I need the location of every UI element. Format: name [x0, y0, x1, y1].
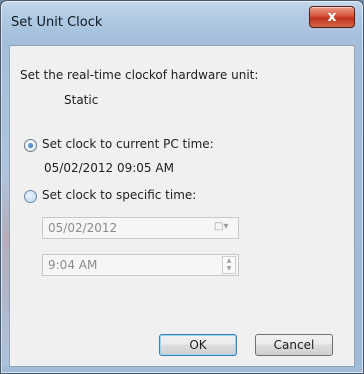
- spin-up-icon[interactable]: ▲: [223, 257, 235, 265]
- dialog-window: Set Unit Clock x Set the real-time clock…: [0, 0, 364, 374]
- clock-mode-value: Static: [64, 93, 99, 107]
- ok-button[interactable]: OK: [159, 334, 237, 356]
- window-title: Set Unit Clock: [11, 15, 103, 30]
- specific-time-label[interactable]: Set clock to specific time:: [42, 188, 196, 202]
- date-picker-input[interactable]: 05/02/2012 □▾: [42, 217, 239, 239]
- intro-label: Set the real-time clockof hardware unit:: [20, 68, 259, 82]
- calendar-dropdown-icon[interactable]: □▾: [214, 221, 236, 235]
- dialog-body: Set the real-time clockof hardware unit:…: [9, 45, 355, 367]
- date-picker-value: 05/02/2012: [48, 221, 118, 235]
- time-picker-value: 9:04 AM: [48, 258, 98, 272]
- spin-down-icon[interactable]: ▼: [223, 265, 235, 273]
- close-button[interactable]: x: [309, 6, 355, 28]
- radio-specific-time[interactable]: [24, 190, 37, 203]
- close-icon: x: [327, 9, 337, 25]
- current-pc-time-value: 05/02/2012 09:05 AM: [44, 161, 174, 175]
- time-picker-input[interactable]: 9:04 AM ▲ ▼: [42, 254, 239, 276]
- cancel-button[interactable]: Cancel: [255, 334, 333, 356]
- current-pc-time-label[interactable]: Set clock to current PC time:: [42, 137, 214, 151]
- radio-current-pc-time[interactable]: [24, 139, 37, 152]
- time-spinner[interactable]: ▲ ▼: [222, 256, 236, 274]
